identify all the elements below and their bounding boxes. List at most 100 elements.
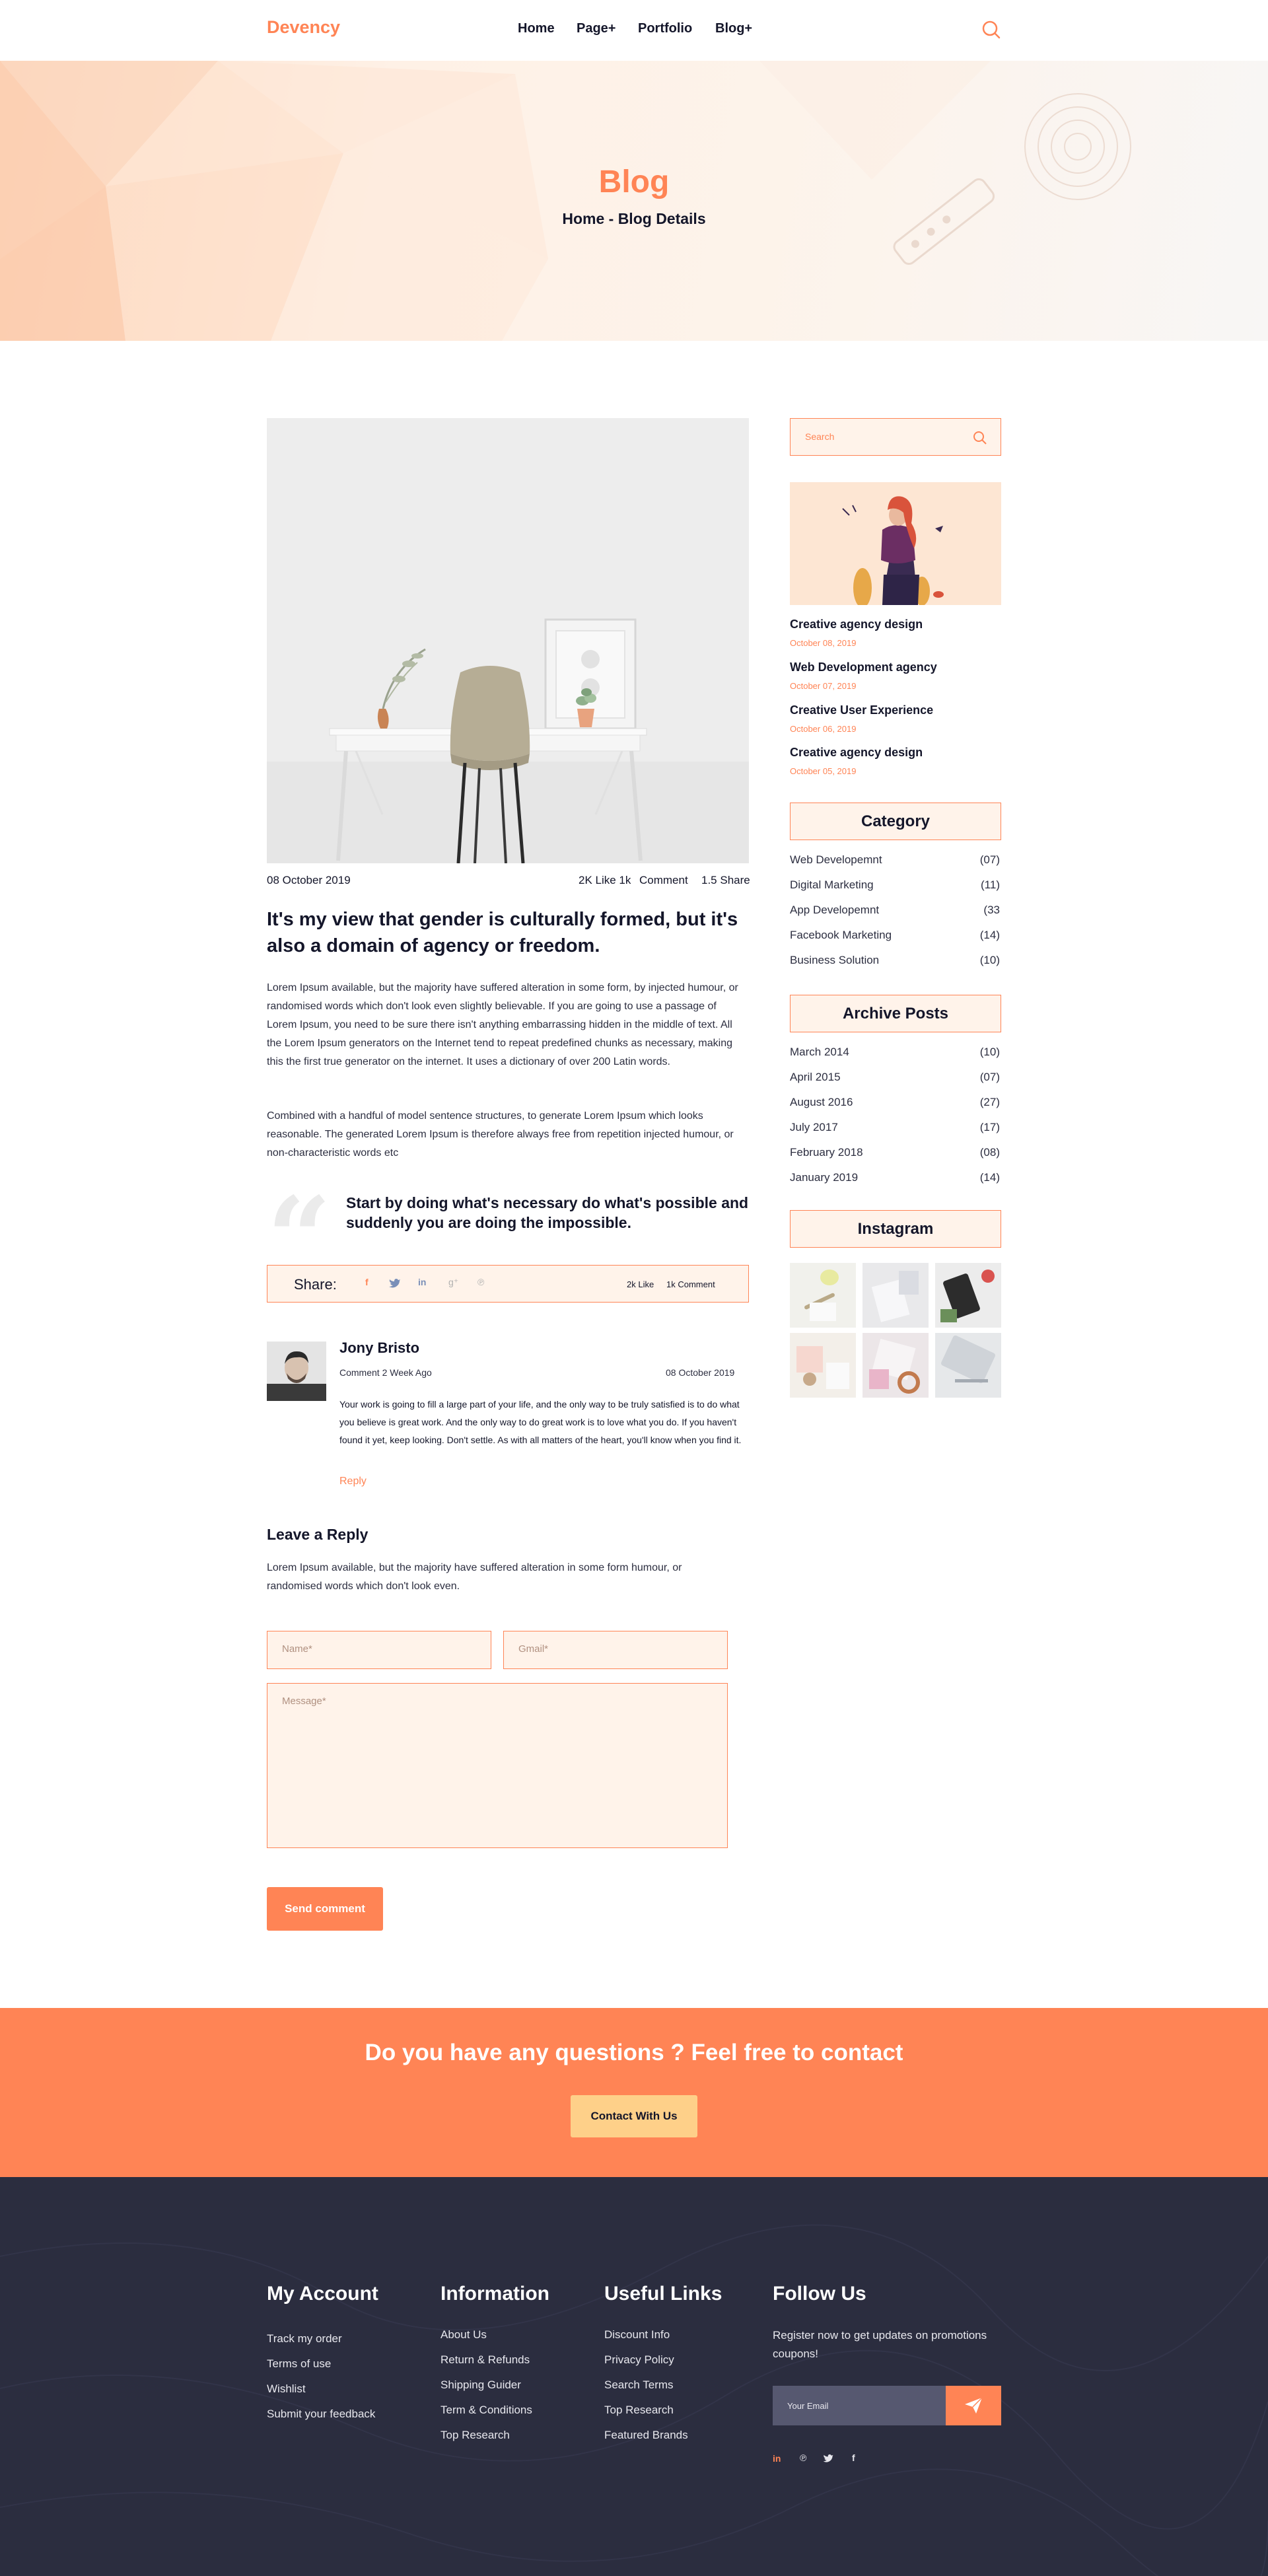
post-paragraph: Combined with a handful of model sentenc… xyxy=(267,1110,734,1159)
instagram-heading: Instagram xyxy=(790,1210,1001,1248)
category-count: (14) xyxy=(979,929,1000,941)
footer-link[interactable]: Terms of use xyxy=(267,2357,331,2371)
recent-post-title[interactable]: Creative agency design xyxy=(790,618,923,631)
archive-item[interactable]: July 2017 (17) xyxy=(790,1121,1000,1134)
footer-pattern xyxy=(0,2224,1268,2576)
pinterest-icon[interactable]: ℗ xyxy=(477,1277,484,1287)
search-icon[interactable] xyxy=(981,20,1001,40)
archive-item[interactable]: February 2018 (08) xyxy=(790,1146,1000,1159)
comment-date: 08 October 2019 xyxy=(666,1367,735,1378)
twitter-icon[interactable] xyxy=(823,2454,834,2463)
footer-heading-useful: Useful Links xyxy=(604,2283,722,2305)
post-likes[interactable]: 2K Like 1k xyxy=(579,874,631,887)
footer-link[interactable]: Track my order xyxy=(267,2332,342,2345)
send-comment-button[interactable]: Send comment xyxy=(267,1887,383,1931)
footer-link[interactable]: Wishlist xyxy=(267,2382,306,2396)
archive-item[interactable]: August 2016 (27) xyxy=(790,1096,1000,1109)
category-name[interactable]: Facebook Marketing xyxy=(790,929,892,942)
category-name[interactable]: Digital Marketing xyxy=(790,878,874,892)
archive-heading: Archive Posts xyxy=(790,995,1001,1032)
reply-link[interactable]: Reply xyxy=(339,1476,367,1487)
nav-page[interactable]: Page+ xyxy=(577,21,616,36)
instagram-photo[interactable] xyxy=(790,1263,856,1328)
footer-heading-account: My Account xyxy=(267,2283,378,2305)
category-name[interactable]: Business Solution xyxy=(790,954,879,967)
newsletter-email-input[interactable]: Your Email xyxy=(787,2401,828,2411)
linkedin-icon[interactable]: in xyxy=(418,1277,426,1287)
comment-text: Your work is going to fill a large part … xyxy=(339,1399,742,1445)
category-heading: Category xyxy=(790,803,1001,840)
archive-name[interactable]: July 2017 xyxy=(790,1121,838,1134)
newsletter-submit-button[interactable] xyxy=(946,2386,1001,2425)
linkedin-icon[interactable]: in xyxy=(773,2453,781,2464)
facebook-icon[interactable]: f xyxy=(365,1277,369,1287)
recent-post-date: October 06, 2019 xyxy=(790,724,857,734)
contact-button[interactable]: Contact With Us xyxy=(571,2095,697,2137)
nav-portfolio[interactable]: Portfolio xyxy=(638,21,692,36)
footer-heading-information: Information xyxy=(440,2283,549,2305)
instagram-photo[interactable] xyxy=(863,1333,929,1398)
footer-link[interactable]: Discount Info xyxy=(604,2328,670,2342)
search-icon[interactable] xyxy=(973,431,987,445)
reply-heading: Leave a Reply xyxy=(267,1526,369,1543)
nav-blog[interactable]: Blog+ xyxy=(715,21,752,36)
post-share-count[interactable]: 1.5 Share xyxy=(701,874,750,887)
instagram-photo[interactable] xyxy=(935,1263,1001,1328)
footer-link[interactable]: About Us xyxy=(440,2328,487,2342)
footer-link[interactable]: Submit your feedback xyxy=(267,2408,375,2421)
instagram-photo[interactable] xyxy=(863,1263,929,1328)
category-name[interactable]: App Developemnt xyxy=(790,904,879,917)
footer-link[interactable]: Top Research xyxy=(604,2404,674,2417)
archive-item[interactable]: January 2019 (14) xyxy=(790,1171,1000,1184)
comment-author: Jony Bristo xyxy=(339,1340,420,1356)
name-field[interactable]: Name* xyxy=(267,1631,491,1669)
footer-link[interactable]: Privacy Policy xyxy=(604,2353,674,2367)
archive-item[interactable]: April 2015 (07) xyxy=(790,1071,1000,1084)
sidebar-search-input[interactable]: Search xyxy=(805,431,834,442)
category-item[interactable]: App Developemnt (33 xyxy=(790,904,1000,917)
archive-name[interactable]: February 2018 xyxy=(790,1146,863,1159)
site-footer xyxy=(0,2177,1268,2576)
sidebar-search[interactable]: Search xyxy=(790,418,1001,456)
share-label: Share: xyxy=(294,1276,337,1293)
footer-link[interactable]: Term & Conditions xyxy=(440,2404,532,2417)
cta-title: Do you have any questions ? Feel free to… xyxy=(365,2040,903,2065)
site-header: Devency Home Page+ Portfolio Blog+ xyxy=(0,0,1268,61)
google-plus-icon[interactable]: g⁺ xyxy=(448,1277,458,1288)
category-item[interactable]: Facebook Marketing (14) xyxy=(790,929,1000,942)
pinterest-icon[interactable]: ℗ xyxy=(800,2452,806,2463)
category-item[interactable]: Web Developemnt (07) xyxy=(790,853,1000,867)
twitter-icon[interactable] xyxy=(389,1278,401,1289)
share-likes[interactable]: 2k Like xyxy=(627,1279,654,1289)
archive-count: (14) xyxy=(979,1171,1000,1184)
footer-link[interactable]: Shipping Guider xyxy=(440,2379,521,2392)
recent-post-title[interactable]: Creative agency design xyxy=(790,746,923,760)
recent-post-date: October 07, 2019 xyxy=(790,681,857,691)
nav-home[interactable]: Home xyxy=(518,21,555,36)
email-field[interactable]: Gmail* xyxy=(503,1631,728,1669)
site-logo[interactable]: Devency xyxy=(267,17,340,38)
recent-post-title[interactable]: Web Development agency xyxy=(790,661,937,674)
sidebar-illustration xyxy=(790,482,1001,605)
footer-link[interactable]: Return & Refunds xyxy=(440,2353,530,2367)
archive-name[interactable]: January 2019 xyxy=(790,1171,858,1184)
facebook-icon[interactable]: f xyxy=(852,2452,855,2463)
footer-link[interactable]: Featured Brands xyxy=(604,2429,688,2442)
footer-link[interactable]: Search Terms xyxy=(604,2379,674,2392)
archive-name[interactable]: April 2015 xyxy=(790,1071,841,1084)
recent-post-title[interactable]: Creative User Experience xyxy=(790,703,933,717)
category-item[interactable]: Digital Marketing (11) xyxy=(790,878,1000,892)
category-name[interactable]: Web Developemnt xyxy=(790,853,882,867)
instagram-photo[interactable] xyxy=(790,1333,856,1398)
post-comment-link[interactable]: Comment xyxy=(639,874,688,887)
category-item[interactable]: Business Solution (10) xyxy=(790,954,1000,967)
footer-link[interactable]: Top Research xyxy=(440,2429,510,2442)
archive-item[interactable]: March 2014 (10) xyxy=(790,1046,1000,1059)
archive-name[interactable]: August 2016 xyxy=(790,1096,853,1109)
footer-heading-follow: Follow Us xyxy=(773,2283,866,2305)
message-field[interactable]: Message* xyxy=(267,1683,728,1848)
instagram-photo[interactable] xyxy=(935,1333,1001,1398)
page-banner: Blog Home - Blog Details xyxy=(0,61,1268,341)
archive-name[interactable]: March 2014 xyxy=(790,1046,849,1059)
share-comments[interactable]: 1k Comment xyxy=(666,1279,715,1289)
